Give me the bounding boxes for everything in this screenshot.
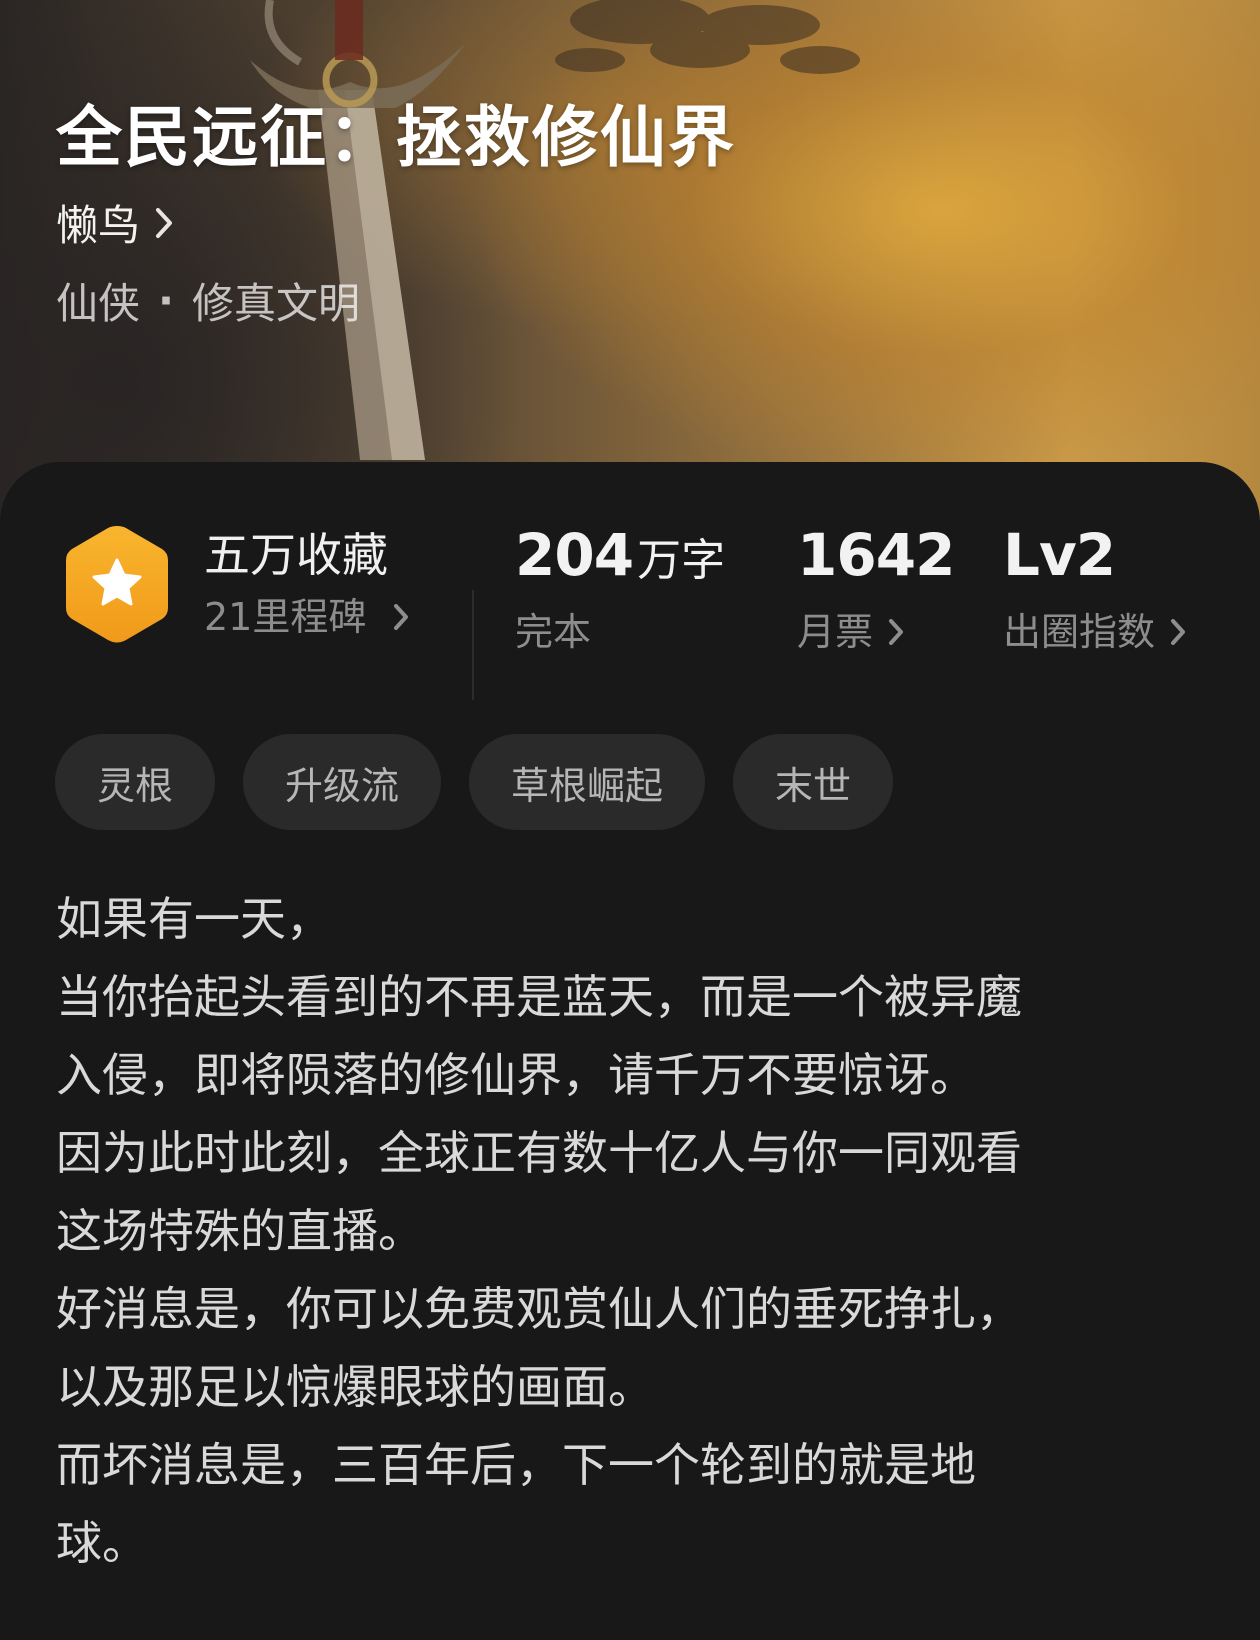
hexagon-star-icon bbox=[66, 526, 168, 643]
genre-separator: · bbox=[158, 276, 174, 325]
word-count-value: 204 bbox=[515, 521, 634, 589]
synopsis-line: 因为此时此刻，全球正有数十亿人与你一同观看 bbox=[56, 1126, 1022, 1180]
monthly-tickets-label: 月票 bbox=[797, 610, 874, 654]
collection-stat[interactable]: 五万收藏 21里程碑 bbox=[204, 522, 410, 642]
word-count-unit: 万字 bbox=[637, 535, 726, 586]
genre-line: 仙侠 · 修真文明 bbox=[56, 270, 360, 331]
author-link[interactable]: 懒鸟 bbox=[56, 192, 174, 253]
chevron-right-icon bbox=[887, 617, 905, 647]
word-count-stat: 204万字 完本 bbox=[515, 522, 725, 657]
chevron-right-icon bbox=[1169, 617, 1187, 647]
monthly-tickets-value: 1642 bbox=[797, 521, 955, 589]
tag-chip[interactable]: 升级流 bbox=[243, 734, 442, 830]
synopsis-line: 如果有一天， bbox=[56, 892, 332, 946]
genre: 仙侠 bbox=[56, 279, 141, 328]
stats-divider bbox=[472, 590, 474, 700]
popularity-index-stat[interactable]: Lv2 出圈指数 bbox=[1003, 522, 1187, 657]
synopsis-line: 以及那足以惊爆眼球的画面。 bbox=[56, 1360, 654, 1414]
book-info-card: 五万收藏 21里程碑 204万字 完本 1642 月票 Lv2 出圈指数 灵根 … bbox=[0, 462, 1260, 1640]
book-cover-hero: 全民远征：拯救修仙界 懒鸟 仙侠 · 修真文明 bbox=[0, 0, 1260, 520]
author-name: 懒鸟 bbox=[56, 201, 141, 250]
synopsis-line: 球。 bbox=[56, 1516, 148, 1570]
subgenre: 修真文明 bbox=[191, 279, 360, 328]
collection-label: 五万收藏 bbox=[204, 528, 388, 582]
completion-status: 完本 bbox=[515, 610, 592, 654]
tag-chip[interactable]: 草根崛起 bbox=[469, 734, 706, 830]
stats-row: 五万收藏 21里程碑 204万字 完本 1642 月票 Lv2 出圈指数 bbox=[0, 521, 1260, 700]
tag-list: 灵根 升级流 草根崛起 末世 bbox=[55, 734, 894, 830]
chevron-right-icon bbox=[154, 206, 174, 240]
tag-chip[interactable]: 灵根 bbox=[55, 734, 216, 830]
synopsis-line: 而坏消息是，三百年后，下一个轮到的就是地 bbox=[56, 1438, 976, 1492]
chevron-right-icon bbox=[392, 602, 410, 632]
synopsis-line: 这场特殊的直播。 bbox=[56, 1204, 424, 1258]
synopsis-line: 入侵，即将陨落的修仙界，请千万不要惊讶。 bbox=[56, 1048, 976, 1102]
popularity-index-label: 出圈指数 bbox=[1003, 610, 1156, 654]
cover-illustration bbox=[250, 0, 860, 460]
popularity-index-value: Lv2 bbox=[1003, 521, 1116, 589]
synopsis-line: 当你抬起头看到的不再是蓝天，而是一个被异魔 bbox=[56, 970, 1022, 1024]
tag-chip[interactable]: 末世 bbox=[733, 734, 894, 830]
milestone-label: 21里程碑 bbox=[204, 595, 367, 639]
synopsis-line: 好消息是，你可以免费观赏仙人们的垂死挣扎， bbox=[56, 1282, 1022, 1336]
synopsis: 如果有一天， 当你抬起头看到的不再是蓝天，而是一个被异魔 入侵，即将陨落的修仙界… bbox=[56, 880, 1206, 1582]
monthly-tickets-stat[interactable]: 1642 月票 bbox=[797, 521, 955, 657]
milestone-link[interactable]: 21里程碑 bbox=[204, 592, 410, 642]
book-title: 全民远征：拯救修仙界 bbox=[56, 98, 736, 176]
